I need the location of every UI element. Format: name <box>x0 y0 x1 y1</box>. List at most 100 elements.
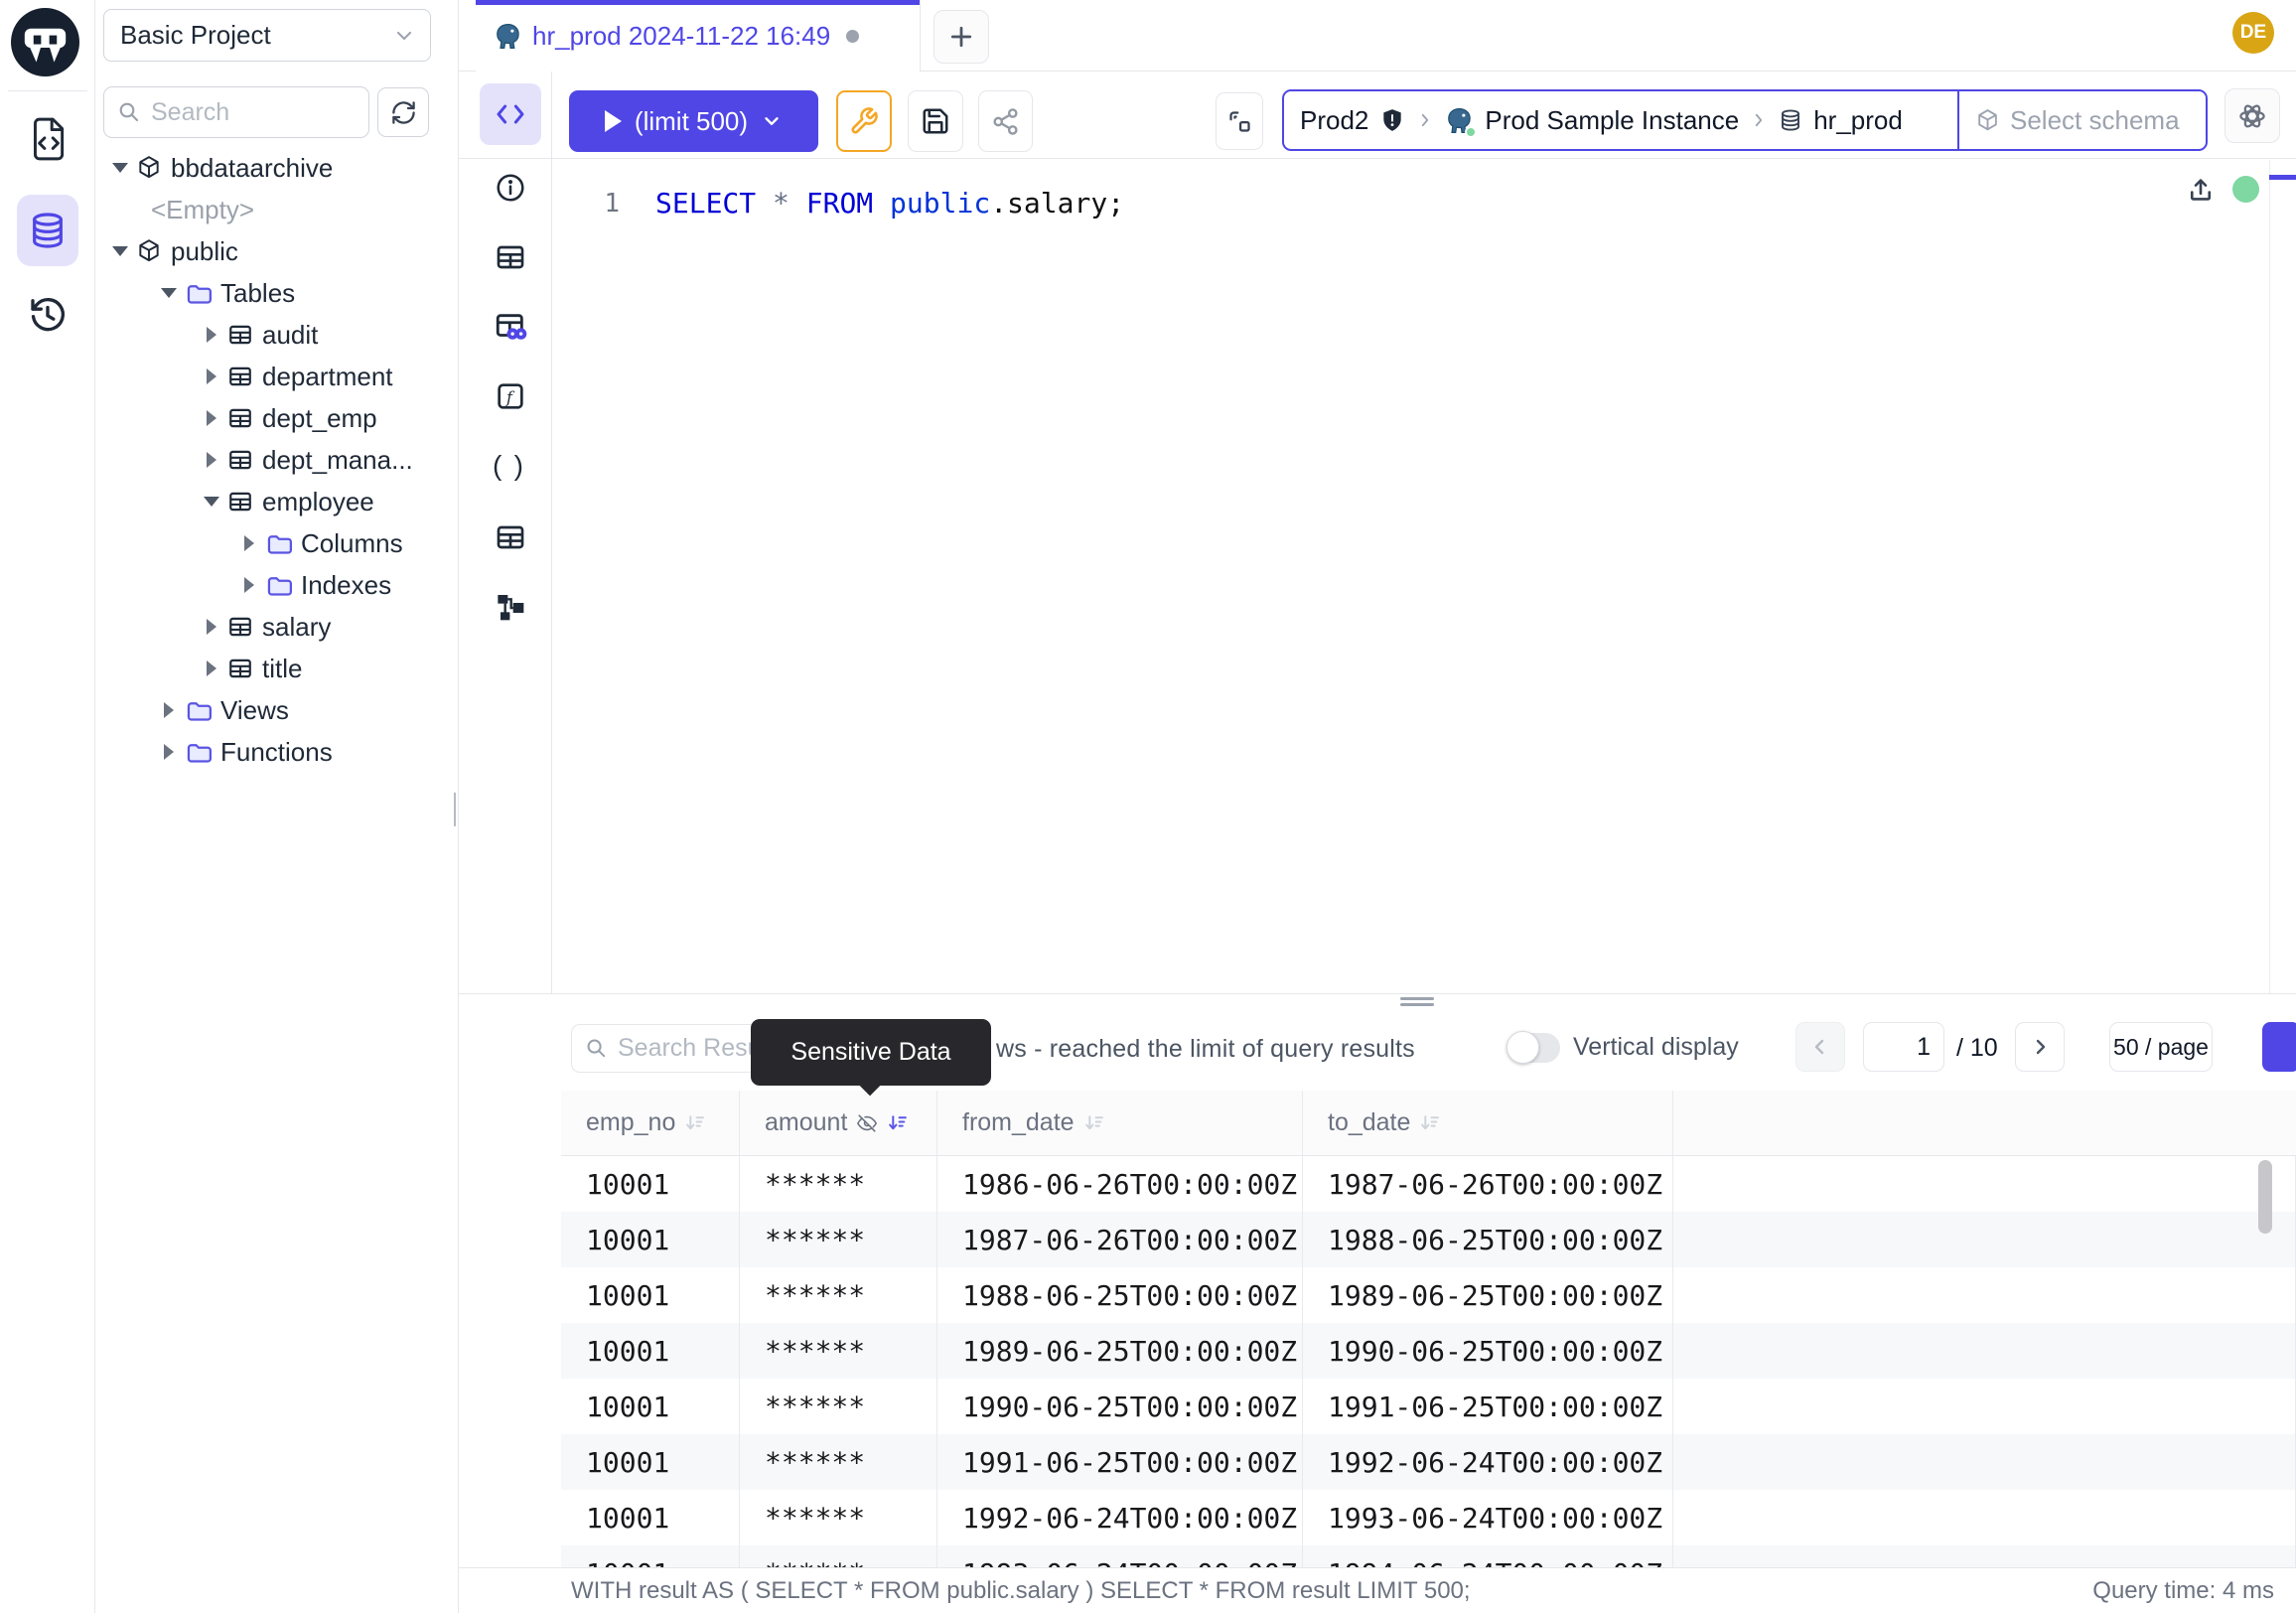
table-row[interactable]: 10001 ****** 1987-06-26T00:00:00Z 1988-0… <box>561 1212 2296 1267</box>
page-number-input[interactable] <box>1863 1022 1944 1072</box>
strip-divider <box>551 72 552 993</box>
table-row[interactable]: 10001 ****** 1993-06-24T00:00:00Z 1994-0… <box>561 1545 2296 1567</box>
worksheet-file-code-icon <box>27 116 69 162</box>
ai-assistant-button[interactable] <box>2224 88 2280 143</box>
caret-collapsed-icon[interactable] <box>200 410 223 426</box>
functions-panel-button[interactable]: f <box>494 379 527 413</box>
prev-page-button[interactable] <box>1795 1022 1845 1072</box>
bytebase-logo[interactable] <box>11 8 79 76</box>
connection-context: Prod2 Prod Sample Instance hr <box>1284 105 1957 136</box>
table-row[interactable]: 10001 ****** 1988-06-25T00:00:00Z 1989-0… <box>561 1267 2296 1323</box>
caret-collapsed-icon[interactable] <box>200 368 223 384</box>
caret-collapsed-icon[interactable] <box>237 577 261 593</box>
tree-item-table[interactable]: dept_emp <box>95 397 459 439</box>
chevron-left-icon <box>1808 1035 1832 1059</box>
sql-schema-token: public <box>890 187 990 220</box>
tables-panel-button[interactable] <box>494 240 527 274</box>
tree-item-table[interactable]: salary <box>95 606 459 648</box>
schema-diagram-button[interactable] <box>494 590 527 624</box>
results-scrollbar-thumb[interactable] <box>2258 1160 2272 1234</box>
environment-shield-icon <box>1379 107 1405 133</box>
external-tables-panel-button[interactable] <box>494 520 527 554</box>
sort-icon-active[interactable] <box>887 1112 908 1133</box>
next-page-button[interactable] <box>2015 1022 2065 1072</box>
table-row[interactable]: 10001 ****** 1989-06-25T00:00:00Z 1990-0… <box>561 1323 2296 1379</box>
table-icon <box>227 489 253 514</box>
tree-item-table[interactable]: department <box>95 356 459 397</box>
tree-item-schema[interactable]: public <box>95 230 459 272</box>
tree-item-label: dept_mana... <box>262 445 413 476</box>
caret-collapsed-icon[interactable] <box>200 327 223 343</box>
worksheet-nav-button[interactable] <box>26 115 70 163</box>
database-nav-button[interactable] <box>17 195 78 266</box>
sensitive-data-panel-button[interactable] <box>494 310 527 344</box>
sort-icon[interactable] <box>684 1112 705 1133</box>
caret-expanded-icon[interactable] <box>200 497 223 507</box>
caret-collapsed-icon[interactable] <box>200 660 223 676</box>
project-selector[interactable]: Basic Project <box>103 9 431 62</box>
cell-filler <box>1673 1156 2296 1212</box>
tree-item-columns-folder[interactable]: Columns <box>95 522 459 564</box>
admin-wrench-button[interactable] <box>836 90 892 152</box>
caret-expanded-icon[interactable] <box>108 163 132 173</box>
vertical-display-toggle[interactable] <box>1508 1033 1560 1063</box>
tree-item-table[interactable]: audit <box>95 314 459 356</box>
tree-item-tables-folder[interactable]: Tables <box>95 272 459 314</box>
tree-item-table[interactable]: title <box>95 648 459 689</box>
info-panel-button[interactable] <box>494 171 527 205</box>
user-avatar[interactable]: DE <box>2232 12 2274 54</box>
history-nav-button[interactable] <box>27 292 69 338</box>
sidebar-search[interactable] <box>103 86 369 138</box>
schema-cube-icon <box>136 155 162 181</box>
sort-icon[interactable] <box>1083 1112 1104 1133</box>
refresh-schema-button[interactable] <box>377 87 429 137</box>
export-button[interactable] <box>2262 1022 2296 1072</box>
connection-breadcrumb[interactable]: Prod2 Prod Sample Instance hr <box>1282 89 2208 151</box>
share-button[interactable] <box>978 90 1033 152</box>
tree-item-table[interactable]: dept_mana... <box>95 439 459 481</box>
tree-item-schema[interactable]: bbdataarchive <box>95 147 459 189</box>
splitter-grip[interactable] <box>1400 997 1434 1009</box>
sort-icon[interactable] <box>1419 1112 1440 1133</box>
sql-editor-line[interactable]: SELECT * FROM public.salary; <box>655 187 1124 220</box>
new-tab-button[interactable] <box>933 10 989 64</box>
sidebar-search-input[interactable] <box>151 98 340 127</box>
tree-item-label: Indexes <box>301 570 391 601</box>
table-row[interactable]: 10001 ****** 1992-06-24T00:00:00Z 1993-0… <box>561 1490 2296 1545</box>
upload-sheet-button[interactable] <box>2186 175 2216 205</box>
tree-item-indexes-folder[interactable]: Indexes <box>95 564 459 606</box>
caret-expanded-icon[interactable] <box>108 246 132 256</box>
openai-icon <box>2235 99 2269 133</box>
tab-worksheet[interactable]: hr_prod 2024-11-22 16:49 <box>476 0 921 72</box>
tree-item-views-folder[interactable]: Views <box>95 689 459 731</box>
caret-collapsed-icon[interactable] <box>200 452 223 468</box>
table-row[interactable]: 10001 ****** 1986-06-26T00:00:00Z 1987-0… <box>561 1156 2296 1212</box>
connection-panel-button[interactable] <box>1216 92 1263 150</box>
tree-item-functions-folder[interactable]: Functions <box>95 731 459 773</box>
column-header-amount[interactable]: amount <box>740 1091 937 1155</box>
save-floppy-icon <box>921 106 950 136</box>
caret-collapsed-icon[interactable] <box>237 535 261 551</box>
column-header-from-date[interactable]: from_date <box>937 1091 1303 1155</box>
caret-expanded-icon[interactable] <box>157 288 181 298</box>
sensitive-table-icon <box>494 310 527 344</box>
tree-item-table-employee[interactable]: employee <box>95 481 459 522</box>
procedures-panel-button[interactable]: ( ) <box>494 449 527 483</box>
save-button[interactable] <box>908 90 963 152</box>
column-header-to-date[interactable]: to_date <box>1303 1091 1673 1155</box>
tree-item-label: dept_emp <box>262 403 377 434</box>
caret-collapsed-icon[interactable] <box>157 702 181 718</box>
caret-collapsed-icon[interactable] <box>157 744 181 760</box>
schema-select[interactable]: Select schema <box>1959 105 2180 136</box>
tree-item-empty: <Empty> <box>95 189 459 230</box>
editor-mode-button[interactable] <box>480 83 541 145</box>
table-row[interactable]: 10001 ****** 1991-06-25T00:00:00Z 1992-0… <box>561 1434 2296 1490</box>
connection-icon <box>1226 108 1253 135</box>
panel-splitter[interactable] <box>459 993 2296 1007</box>
run-query-button[interactable]: (limit 500) <box>569 90 818 152</box>
column-header-emp-no[interactable]: emp_no <box>561 1091 740 1155</box>
cell-from-date: 1991-06-25T00:00:00Z <box>937 1434 1303 1490</box>
page-size-select[interactable]: 50 / page <box>2109 1022 2213 1072</box>
caret-collapsed-icon[interactable] <box>200 619 223 635</box>
table-row[interactable]: 10001 ****** 1990-06-25T00:00:00Z 1991-0… <box>561 1379 2296 1434</box>
